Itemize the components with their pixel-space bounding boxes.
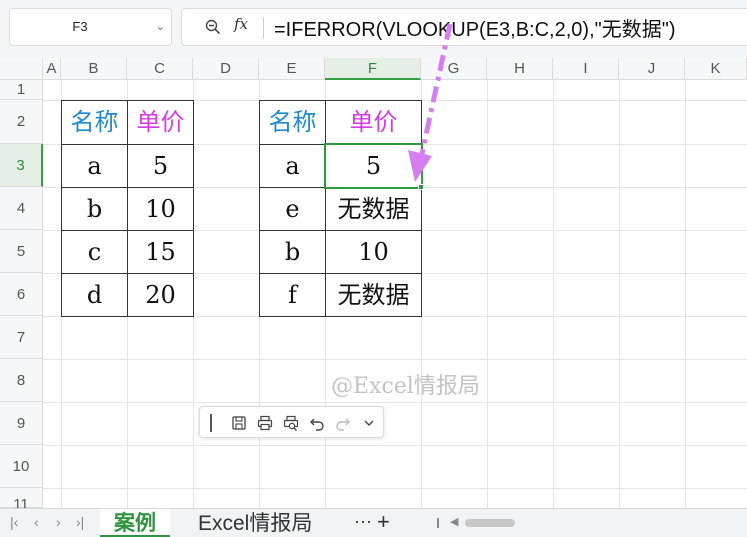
last-sheet-icon[interactable]: ›| xyxy=(76,514,84,530)
source-cell[interactable]: a xyxy=(61,144,128,188)
gridline xyxy=(43,402,747,403)
divider xyxy=(263,17,264,39)
formula-input[interactable]: fx =IFERROR(VLOOKUP(E3,B:C,2,0),"无数据") xyxy=(181,8,747,46)
row-header-4[interactable]: 4 xyxy=(0,187,43,230)
chevron-down-icon[interactable] xyxy=(360,414,378,432)
name-box-value: F3 xyxy=(72,19,88,34)
row-header-3[interactable]: 3 xyxy=(0,144,43,187)
print-icon[interactable] xyxy=(256,414,274,432)
undo-icon[interactable] xyxy=(308,414,326,432)
source-cell[interactable]: d xyxy=(61,273,128,317)
column-header-d[interactable]: D xyxy=(193,58,259,80)
print-preview-icon[interactable] xyxy=(282,414,300,432)
chevron-down-icon[interactable]: ⌄ xyxy=(156,9,165,45)
prev-sheet-icon[interactable]: ‹ xyxy=(34,514,39,530)
column-header-a[interactable]: A xyxy=(43,58,61,80)
source-cell[interactable]: c xyxy=(61,230,128,274)
lookup-cell[interactable]: e xyxy=(259,187,326,231)
row-header-9[interactable]: 9 xyxy=(0,402,43,445)
source-cell[interactable]: 10 xyxy=(127,187,194,231)
row-header-7[interactable]: 7 xyxy=(0,316,43,359)
column-header-i[interactable]: I xyxy=(553,58,619,80)
floating-toolbar xyxy=(199,406,384,438)
row-header-5[interactable]: 5 xyxy=(0,230,43,273)
column-header-k[interactable]: K xyxy=(685,58,747,80)
formula-bar: F3 ⌄ fx =IFERROR(VLOOKUP(E3,B:C,2,0),"无数… xyxy=(0,0,747,58)
select-all-corner[interactable] xyxy=(0,58,43,80)
column-header-e[interactable]: E xyxy=(259,58,325,80)
tab-excel-info[interactable]: Excel情报局 xyxy=(198,509,312,537)
source-cell[interactable]: b xyxy=(61,187,128,231)
column-header-c[interactable]: C xyxy=(127,58,193,80)
lookup-cell[interactable]: f xyxy=(259,273,326,317)
row-header-6[interactable]: 6 xyxy=(0,273,43,316)
add-sheet-button[interactable]: + xyxy=(377,509,390,535)
first-sheet-icon[interactable]: |‹ xyxy=(10,514,18,530)
row-header-11[interactable]: 11 xyxy=(0,488,43,513)
more-sheets-button[interactable]: ··· xyxy=(354,511,372,532)
scroll-left-icon[interactable]: ◀ xyxy=(450,515,458,528)
row-header-1[interactable]: 1 xyxy=(0,80,43,100)
zoom-icon[interactable] xyxy=(204,18,222,36)
spreadsheet-grid[interactable]: A B C D E F G H I J K 1 2 3 4 5 6 7 8 9 … xyxy=(0,58,747,513)
scroll-split-handle[interactable] xyxy=(437,518,439,528)
column-header-j[interactable]: J xyxy=(619,58,685,80)
fx-icon[interactable]: fx xyxy=(234,15,248,33)
source-cell[interactable]: 20 xyxy=(127,273,194,317)
gridline xyxy=(43,488,747,489)
source-header-price[interactable]: 单价 xyxy=(127,100,194,145)
active-cell-selection[interactable] xyxy=(324,143,423,189)
horizontal-scrollbar-thumb[interactable] xyxy=(465,519,515,527)
lookup-header-name[interactable]: 名称 xyxy=(259,100,326,145)
lookup-cell[interactable]: 10 xyxy=(325,230,422,274)
row-header-8[interactable]: 8 xyxy=(0,359,43,402)
lookup-cell[interactable]: b xyxy=(259,230,326,274)
row-header-2[interactable]: 2 xyxy=(0,100,43,144)
fill-handle[interactable] xyxy=(418,184,424,190)
lookup-cell[interactable]: a xyxy=(259,144,326,188)
next-sheet-icon[interactable]: › xyxy=(56,514,61,530)
save-icon[interactable] xyxy=(230,414,248,432)
sheet-tab-bar: |‹ ‹ › ›| 案例 Excel情报局 ··· + ◀ xyxy=(0,508,747,537)
name-box[interactable]: F3 ⌄ xyxy=(9,8,172,46)
row-header-10[interactable]: 10 xyxy=(0,445,43,488)
gridline xyxy=(43,445,747,446)
gridline xyxy=(43,359,747,360)
redo-icon[interactable] xyxy=(334,414,352,432)
source-cell[interactable]: 5 xyxy=(127,144,194,188)
tab-case[interactable]: 案例 xyxy=(100,509,170,537)
source-cell[interactable]: 15 xyxy=(127,230,194,274)
toolbar-grip[interactable] xyxy=(210,414,212,432)
column-header-f[interactable]: F xyxy=(325,58,421,80)
formula-text: =IFERROR(VLOOKUP(E3,B:C,2,0),"无数据") xyxy=(274,19,676,41)
column-header-h[interactable]: H xyxy=(487,58,553,80)
lookup-cell[interactable]: 无数据 xyxy=(325,187,422,231)
watermark: @Excel情报局 xyxy=(331,374,480,399)
source-header-name[interactable]: 名称 xyxy=(61,100,128,145)
lookup-header-price[interactable]: 单价 xyxy=(325,100,422,145)
column-header-b[interactable]: B xyxy=(61,58,127,80)
lookup-cell[interactable]: 无数据 xyxy=(325,273,422,317)
column-header-g[interactable]: G xyxy=(421,58,487,80)
